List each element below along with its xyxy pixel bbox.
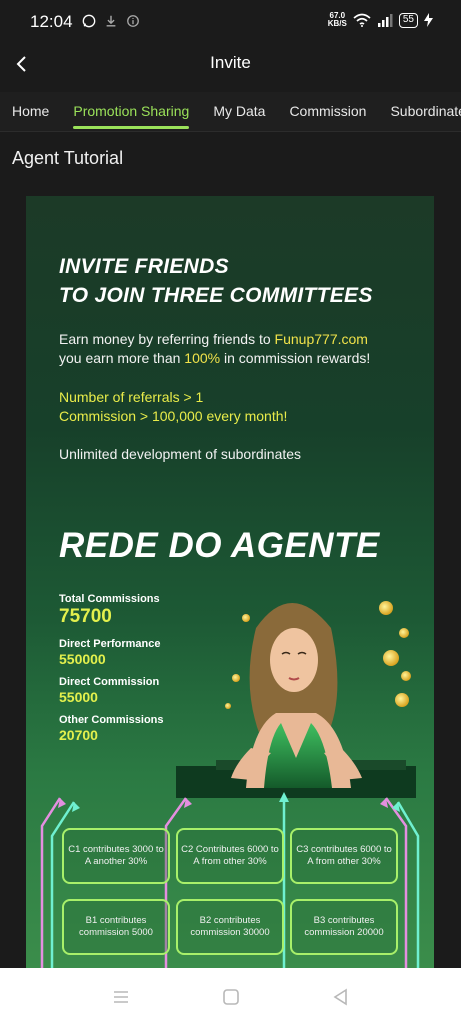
status-bar: 12:04 67.0 KB/S 55 (0, 0, 461, 44)
contrib-box-c2: C2 Contributes 6000 to A from other 30% (176, 828, 284, 884)
download-icon (106, 15, 116, 27)
menu-icon[interactable] (110, 986, 132, 1008)
commission-box-b2: B2 contributes commission 30000 (176, 899, 284, 955)
info-icon (127, 15, 139, 27)
poster-intro: Earn money by referring friends to Funup… (59, 330, 370, 368)
page-title: Invite (210, 53, 251, 72)
stat-label-direct-performance: Direct Performance (59, 638, 161, 650)
wifi-icon (353, 13, 371, 27)
contrib-box-c1: C1 contributes 3000 to A another 30% (62, 828, 170, 884)
poster-heading: INVITE FRIENDS TO JOIN THREE COMMITTEES (59, 252, 373, 310)
agent-illustration (176, 601, 416, 798)
contrib-box-c3: C3 contributes 6000 to A from other 30% (290, 828, 398, 884)
stat-label-total: Total Commissions (59, 593, 160, 605)
status-right-icons: 67.0 KB/S 55 (328, 12, 433, 28)
stat-value-direct-performance: 550000 (59, 651, 106, 667)
referral-line-1: Number of referrals > 1 (59, 389, 204, 405)
system-nav-bar (0, 968, 461, 1024)
intro-site: Funup777.com (274, 331, 368, 347)
stat-value-other: 20700 (59, 727, 98, 743)
battery-icon: 55 (398, 12, 418, 28)
status-left-icons (82, 14, 140, 28)
whatsapp-icon (82, 14, 96, 28)
home-square-icon[interactable] (220, 986, 242, 1008)
referral-line-2: Commission > 100,000 every month! (59, 408, 288, 424)
stat-value-total: 75700 (59, 606, 112, 627)
commission-box-b3: B3 contributes commission 20000 (290, 899, 398, 955)
tab-home[interactable]: Home (12, 92, 49, 131)
net-speed: 67.0 KB/S (328, 12, 347, 28)
signal-icon (377, 14, 393, 27)
promo-poster: INVITE FRIENDS TO JOIN THREE COMMITTEES … (26, 196, 434, 968)
tab-my-data[interactable]: My Data (213, 92, 265, 131)
poster-unlimited: Unlimited development of subordinates (59, 446, 302, 462)
intro-text-a: Earn money by referring friends to (59, 331, 275, 347)
tab-bar: Home Promotion Sharing My Data Commissio… (0, 92, 461, 132)
net-speed-unit: KB/S (327, 19, 347, 28)
stat-label-other: Other Commissions (59, 714, 164, 726)
tab-subordinate[interactable]: Subordinate (390, 92, 461, 131)
status-time: 12:04 (30, 12, 73, 31)
intro-text-b: you earn more than (59, 350, 185, 366)
stat-value-direct-commission: 55000 (59, 689, 98, 705)
intro-percent: 100% (184, 350, 221, 366)
intro-text-c: in commission rewards! (220, 350, 371, 366)
section-title: Agent Tutorial (12, 148, 124, 168)
poster-heading-line2: TO JOIN THREE COMMITTEES (59, 284, 373, 307)
charging-icon (424, 13, 433, 27)
poster-referrals: Number of referrals > 1 Commission > 100… (59, 388, 287, 426)
tab-commission[interactable]: Commission (289, 92, 366, 131)
poster-heading-line1: INVITE FRIENDS (59, 255, 229, 278)
stat-label-direct-commission: Direct Commission (59, 676, 160, 688)
back-triangle-icon[interactable] (330, 986, 352, 1008)
poster-rede-title: REDE DO AGENTE (59, 526, 380, 565)
tab-promotion-sharing[interactable]: Promotion Sharing (73, 92, 189, 131)
app-header: Invite (0, 44, 461, 84)
commission-box-b1: B1 contributes commission 5000 (62, 899, 170, 955)
